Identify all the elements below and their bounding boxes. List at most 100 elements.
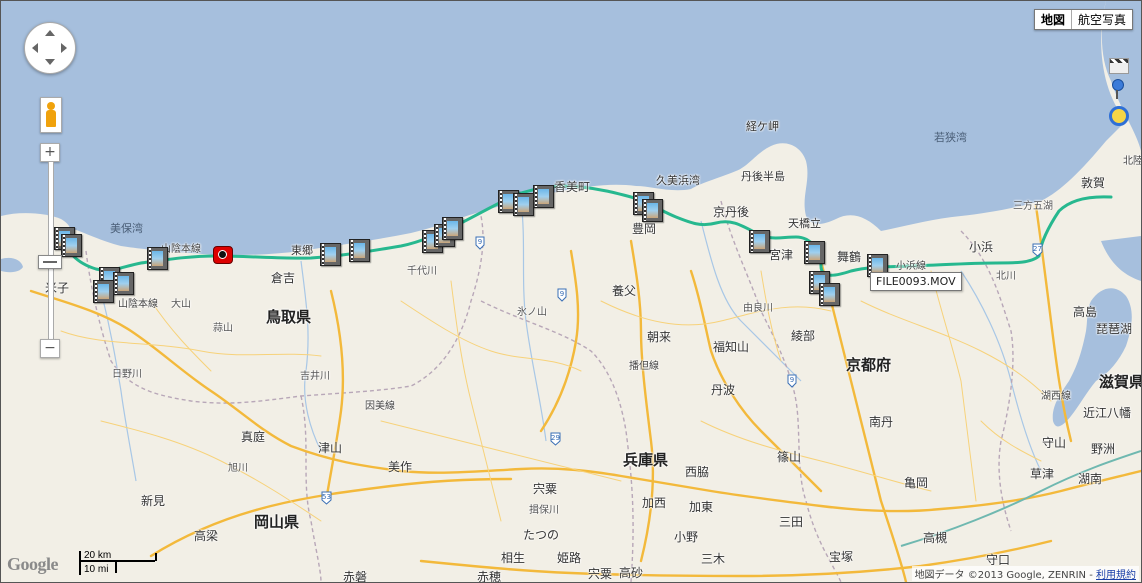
place-label: 西脇	[685, 465, 710, 479]
place-label: 滋賀県	[1099, 373, 1142, 391]
route-9-label-a: 9	[478, 238, 482, 246]
place-label: 津山	[318, 441, 343, 455]
place-label: 岡山県	[254, 513, 300, 531]
place-label: 香美町	[554, 180, 591, 194]
place-label: 三木	[701, 552, 726, 566]
place-label: 敦賀	[1081, 176, 1106, 190]
video-marker[interactable]	[320, 243, 341, 266]
video-marker[interactable]	[349, 239, 370, 262]
place-label: 小浜	[969, 240, 994, 254]
target-icon[interactable]	[1107, 104, 1129, 126]
pan-left-icon[interactable]	[32, 43, 38, 53]
copyright-text: 地図データ ©2013 Google, ZENRIN	[914, 570, 1087, 581]
place-label: 兵庫県	[623, 451, 669, 469]
place-label: 相生	[501, 551, 526, 565]
place-label: 姫路	[557, 551, 582, 565]
video-marker[interactable]	[61, 234, 82, 257]
video-marker[interactable]	[442, 217, 463, 240]
video-marker[interactable]	[804, 241, 825, 264]
place-label: 草津	[1030, 467, 1055, 481]
place-label: 久美浜湾	[656, 174, 700, 187]
place-label: 東郷	[291, 244, 313, 257]
place-label: 野洲	[1091, 442, 1116, 456]
place-label: 丹後半島	[741, 170, 785, 183]
video-marker[interactable]	[749, 230, 770, 253]
place-label: 蒜山	[213, 323, 233, 334]
map-base: 9 9 9 29 53 27	[1, 1, 1141, 582]
place-label: 宍粟	[588, 567, 613, 581]
zoom-slider-thumb[interactable]	[38, 255, 62, 269]
street-view-pegman-icon[interactable]	[40, 97, 62, 133]
place-label: 赤穂	[477, 570, 502, 583]
place-label: 美作	[388, 460, 413, 474]
place-label: 亀岡	[904, 476, 929, 490]
map-type-satellite-button[interactable]: 航空写真	[1072, 10, 1132, 29]
pan-down-icon[interactable]	[45, 59, 55, 65]
video-marker[interactable]	[533, 185, 554, 208]
place-label: 真庭	[241, 430, 266, 444]
route-29-label: 29	[551, 434, 560, 442]
place-label: 高槻	[923, 531, 948, 545]
place-label: 守口	[986, 553, 1011, 567]
place-label: 篠山	[777, 450, 802, 464]
place-label: 旭川	[228, 463, 248, 474]
place-label: 近江八幡	[1083, 406, 1132, 420]
zoom-in-button[interactable]: +	[40, 143, 60, 162]
place-label: 琵琶湖	[1096, 322, 1133, 336]
video-marker[interactable]	[513, 193, 534, 216]
pan-control	[24, 22, 76, 74]
place-label: 京丹後	[713, 205, 750, 219]
place-label: 三方五湖	[1013, 201, 1053, 212]
place-label: 経ケ岬	[746, 120, 779, 133]
place-label: 綾部	[791, 329, 816, 343]
location-pin-icon[interactable]	[1107, 78, 1129, 100]
place-label: 南丹	[869, 415, 894, 429]
route-9-label-b: 9	[560, 290, 564, 298]
place-label: 日野川	[112, 369, 142, 380]
video-marker[interactable]	[147, 247, 168, 270]
place-label: 丹波	[711, 383, 736, 397]
place-label: 倉吉	[271, 271, 296, 285]
pan-right-icon[interactable]	[61, 43, 67, 53]
place-label: 赤磐	[343, 570, 368, 583]
place-label: たつの	[523, 528, 560, 542]
video-marker[interactable]	[93, 280, 114, 303]
route-9-label-c: 9	[790, 376, 794, 384]
video-marker[interactable]	[819, 283, 840, 306]
place-label: 因美線	[365, 401, 395, 412]
place-label: 朝来	[647, 330, 672, 344]
map-type-map-button[interactable]: 地図	[1035, 10, 1072, 29]
place-label: 宮津	[769, 248, 794, 262]
clapperboard-icon[interactable]	[1109, 58, 1129, 74]
pan-up-icon[interactable]	[45, 30, 55, 36]
map-type-control: 地図 航空写真	[1033, 9, 1133, 30]
place-label: 湖南	[1078, 472, 1103, 486]
video-marker[interactable]	[113, 272, 134, 295]
place-label: 北川	[996, 271, 1016, 282]
place-label: 大山	[171, 299, 191, 310]
place-label: 福知山	[713, 340, 750, 354]
place-label: 宝塚	[829, 550, 854, 564]
place-label: 加西	[642, 496, 667, 510]
place-label: 高梁	[194, 529, 219, 543]
place-label: 由良川	[743, 303, 773, 314]
place-label: 新見	[141, 494, 166, 508]
place-label: 豊岡	[632, 222, 657, 236]
route-53-label: 53	[322, 493, 331, 501]
place-label: 氷ノ山	[517, 307, 547, 318]
place-label: 守山	[1042, 436, 1067, 450]
zoom-slider-track[interactable]	[48, 161, 54, 340]
place-label: 揖保川	[529, 505, 559, 516]
place-label: 舞鶴	[837, 250, 862, 264]
place-label: 千代川	[407, 266, 437, 277]
place-label: 京都府	[846, 356, 892, 374]
place-label: 高砂	[619, 566, 644, 580]
zoom-out-button[interactable]: −	[40, 339, 60, 358]
scale-mi-label: 10 mi	[84, 564, 109, 575]
place-label: 天橋立	[788, 217, 821, 230]
camera-marker-icon[interactable]	[213, 246, 233, 264]
terms-link[interactable]: 利用規約	[1096, 570, 1136, 581]
map-canvas[interactable]: 9 9 9 29 53 27 経ケ岬 若狭湾 丹後半島 久美浜湾 香美町 美保湾 山陰本線 東…	[0, 0, 1142, 583]
place-label: 湖西線	[1041, 391, 1071, 402]
video-marker[interactable]	[642, 199, 663, 222]
